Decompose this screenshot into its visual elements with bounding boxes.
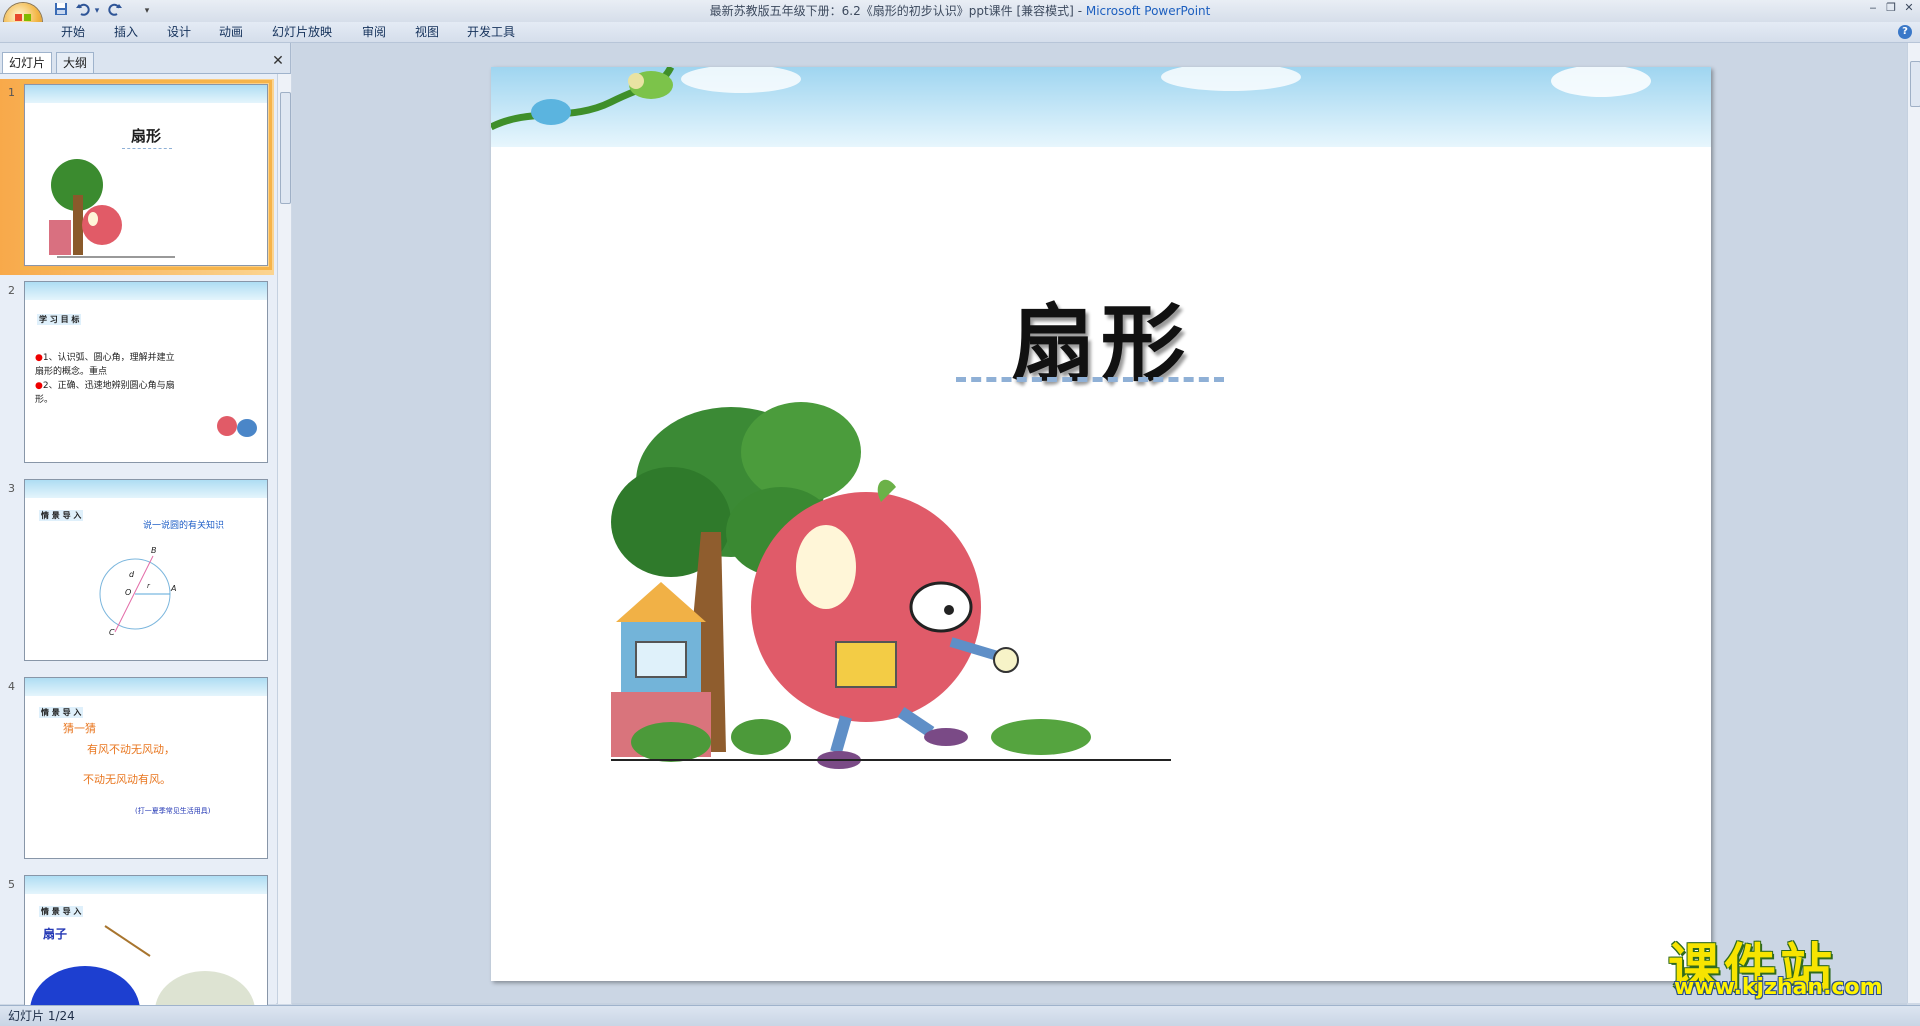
tab-view[interactable]: 视图	[415, 22, 439, 42]
thumbnail-number: 4	[8, 680, 15, 693]
slide-canvas[interactable]: 扇形	[491, 67, 1711, 981]
scrollbar-thumb[interactable]	[280, 92, 291, 204]
thumbnail-line: (打一夏季常见生活用具)	[135, 807, 211, 815]
point-label: B	[151, 546, 157, 555]
slide-thumbnail-2[interactable]: 学 习 目 标 ●1、认识弧、圆心角，理解并建立 扇形的概念。重点 ●2、正确、…	[24, 281, 268, 463]
thumbnail-number: 3	[8, 482, 15, 495]
thumbnail-body: ●1、认识弧、圆心角，理解并建立 扇形的概念。重点 ●2、正确、迅速地辨别圆心角…	[35, 351, 175, 407]
tab-design[interactable]: 设计	[167, 22, 191, 42]
tab-slides[interactable]: 幻灯片	[2, 52, 53, 73]
thumbnail-heading: 情 景 导 入	[39, 707, 84, 718]
point-label: d	[129, 570, 135, 579]
bullet-icon: ●	[35, 381, 43, 391]
tab-slideshow[interactable]: 幻灯片放映	[272, 22, 332, 42]
title-separator: -	[1073, 4, 1086, 18]
slide-thumbnail-1[interactable]: 扇形	[20, 80, 272, 270]
thumbnail-line: 扇形的概念。重点	[35, 367, 108, 377]
pane-close-icon[interactable]: ✕	[271, 54, 285, 68]
thumbnail-line: 猜一猜	[63, 722, 96, 735]
tab-outline[interactable]: 大纲	[56, 52, 95, 73]
apple-character-illustration	[611, 402, 1171, 769]
thumbnail-line: 1、认识弧、圆心角，理解并建立	[42, 353, 175, 363]
fan-illustration	[30, 925, 255, 1006]
slide-thumbnail-3[interactable]: 情 景 导 入 说一说圆的有关知识 B d O r A C	[24, 479, 268, 661]
tab-review[interactable]: 审阅	[362, 22, 386, 42]
tab-animations[interactable]: 动画	[219, 22, 243, 42]
apple-tree-illustration	[49, 159, 175, 258]
thumbnail-sky	[25, 876, 267, 894]
circle-diagram	[99, 555, 171, 633]
thumbnail-title: 扇形	[130, 127, 161, 145]
thumbnail-sky	[25, 85, 267, 103]
thumbnail-number: 1	[8, 86, 15, 99]
help-icon[interactable]: ?	[1898, 25, 1912, 39]
bullet-icon: ●	[35, 353, 43, 363]
window-title: 最新苏教版五年级下册：6.2《扇形的初步认识》ppt课件 [兼容模式] - Mi…	[0, 0, 1920, 22]
tab-home[interactable]: 开始	[61, 22, 85, 42]
thumbnail-number: 2	[8, 284, 15, 297]
thumbnail-scrollbar[interactable]	[277, 74, 291, 1004]
scrollbar-thumb[interactable]	[1910, 61, 1920, 107]
thumbnail-sky	[25, 282, 267, 300]
document-name: 最新苏教版五年级下册：6.2《扇形的初步认识》ppt课件 [兼容模式]	[709, 4, 1074, 18]
title-underline	[956, 377, 1224, 382]
close-button[interactable]: ✕	[1898, 0, 1920, 18]
thumbnail-line: 2、正确、迅速地辨别圆心角与扇	[42, 381, 175, 391]
slide-thumbnail-4[interactable]: 情 景 导 入 猜一猜 有风不动无风动， 不动无风动有风。 (打一夏季常见生活用…	[24, 677, 268, 859]
save-icon[interactable]	[52, 2, 70, 20]
app-name: Microsoft PowerPoint	[1085, 4, 1211, 18]
apple-character-icon	[217, 416, 257, 437]
thumbnail-line: 不动无风动有风。	[83, 773, 171, 786]
thumbnail-subtitle: 说一说圆的有关知识	[143, 521, 225, 531]
thumbnail-heading: 情 景 导 入	[39, 510, 84, 521]
sky-header-graphic	[491, 67, 1711, 147]
tab-insert[interactable]: 插入	[114, 22, 138, 42]
status-bar	[0, 1005, 1920, 1026]
slide-counter: 幻灯片 1/24	[8, 1009, 75, 1023]
thumbnail-sky	[25, 678, 267, 696]
redo-icon[interactable]	[106, 2, 124, 20]
slide-scrollbar[interactable]	[1907, 43, 1920, 1003]
point-label: r	[147, 582, 150, 590]
undo-dropdown[interactable]: ▾	[88, 2, 106, 20]
tab-developer[interactable]: 开发工具	[467, 22, 515, 42]
watermark-url: www.kjzhan.com	[1674, 975, 1883, 1000]
point-label: C	[109, 628, 115, 637]
point-label: O	[125, 588, 132, 597]
thumbnail-sky	[25, 480, 267, 498]
slide-thumbnail-5[interactable]: 情 景 导 入 扇子	[24, 875, 268, 1007]
thumbnail-number: 5	[8, 878, 15, 891]
thumbnail-heading: 学 习 目 标	[37, 314, 82, 325]
customize-quick-access-button[interactable]: ▾	[138, 2, 156, 20]
point-label: A	[171, 584, 177, 593]
thumbnail-line: 有风不动无风动，	[87, 743, 175, 756]
thumbnail-line: 形。	[35, 395, 54, 405]
